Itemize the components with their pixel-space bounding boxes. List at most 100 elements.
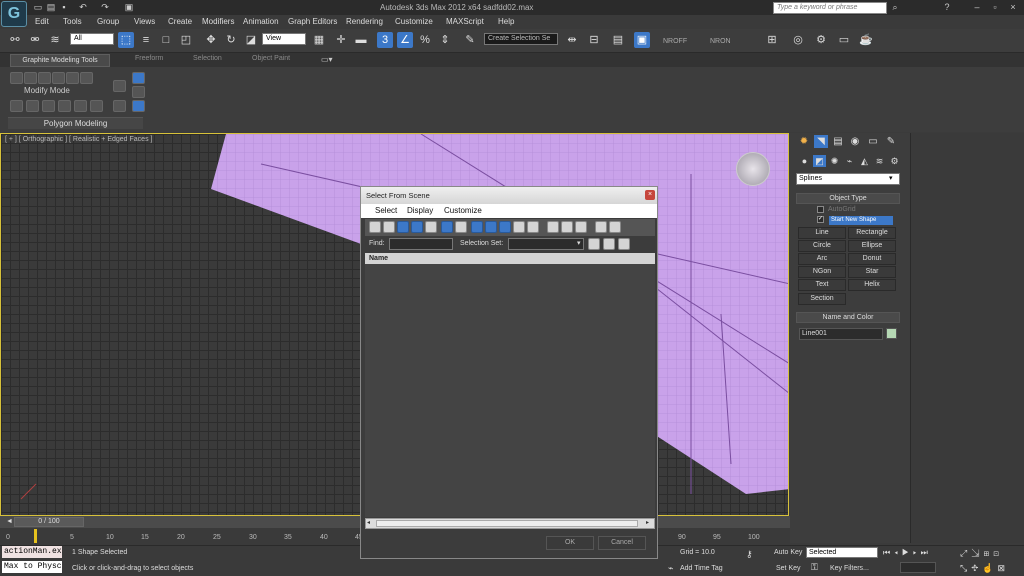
redo-icon[interactable]: ↷ bbox=[100, 2, 110, 12]
ngon-button[interactable]: NGon bbox=[798, 266, 846, 278]
percent-snap-icon[interactable]: % bbox=[417, 32, 433, 48]
select-none-icon[interactable] bbox=[603, 238, 615, 250]
menu-modifiers[interactable]: Modifiers bbox=[202, 17, 234, 26]
scroll-right-icon[interactable]: ▸ bbox=[646, 519, 649, 526]
app-menu-button[interactable]: G bbox=[1, 1, 27, 27]
start-new-shape-checkbox[interactable]: ✓ bbox=[817, 216, 824, 223]
scroll-left-icon[interactable]: ◂ bbox=[367, 519, 370, 526]
display-all-icon[interactable] bbox=[547, 221, 559, 233]
start-new-shape-button[interactable]: Start New Shape bbox=[829, 216, 893, 225]
display-frozen-icon[interactable] bbox=[513, 221, 525, 233]
viewport-label[interactable]: [ + ] [ Orthographic ] [ Realistic + Edg… bbox=[5, 136, 152, 143]
cancel-button[interactable]: Cancel bbox=[598, 536, 646, 550]
star-button[interactable]: Star bbox=[848, 266, 896, 278]
display-containers-icon[interactable] bbox=[499, 221, 511, 233]
mirror-icon[interactable]: ⇹ bbox=[564, 32, 580, 48]
key-mode-dropdown[interactable]: Selected bbox=[806, 547, 878, 558]
key-icon[interactable]: ⚷ bbox=[746, 549, 753, 560]
layer-manager-icon[interactable]: ▤ bbox=[610, 32, 626, 48]
material-editor-icon[interactable]: ◎ bbox=[790, 32, 806, 48]
menu-views[interactable]: Views bbox=[134, 17, 155, 26]
select-by-name-icon[interactable]: ≡ bbox=[138, 32, 154, 48]
current-frame-field[interactable] bbox=[900, 562, 936, 573]
ok-button[interactable]: OK bbox=[546, 536, 594, 550]
menu-graph-editors[interactable]: Graph Editors bbox=[288, 17, 337, 26]
window-crossing-icon[interactable]: ◰ bbox=[178, 32, 194, 48]
open-file-icon[interactable]: ▤ bbox=[46, 2, 56, 12]
menu-maxscript[interactable]: MAXScript bbox=[446, 17, 484, 26]
utilities-tab-icon[interactable]: ✎ bbox=[884, 135, 898, 148]
search-icon[interactable]: ⌕ bbox=[890, 2, 900, 12]
display-geometry-icon[interactable] bbox=[369, 221, 381, 233]
hierarchy-tab-icon[interactable]: ▤ bbox=[831, 135, 845, 148]
motion-tab-icon[interactable]: ◉ bbox=[848, 135, 862, 148]
render-production-icon[interactable]: ☕ bbox=[858, 32, 874, 48]
menu-tools[interactable]: Tools bbox=[63, 17, 82, 26]
ribbon-tool-button[interactable] bbox=[24, 72, 37, 84]
nroff-button[interactable]: NROFF bbox=[663, 38, 687, 45]
ribbon-tool-button[interactable] bbox=[10, 72, 23, 84]
arc-button[interactable]: Arc bbox=[798, 253, 846, 265]
ribbon-tool-button[interactable] bbox=[74, 100, 87, 112]
display-lights-icon[interactable] bbox=[397, 221, 409, 233]
search-input[interactable]: Type a keyword or phrase bbox=[773, 2, 887, 14]
menu-group[interactable]: Group bbox=[97, 17, 119, 26]
ribbon-tool-button[interactable] bbox=[90, 100, 103, 112]
close-icon[interactable]: × bbox=[645, 190, 655, 200]
angle-snap-icon[interactable]: ∠ bbox=[397, 32, 413, 48]
render-setup-icon[interactable]: ⚙ bbox=[813, 32, 829, 48]
ribbon-tool-button[interactable] bbox=[80, 72, 93, 84]
filter-options-icon[interactable] bbox=[609, 221, 621, 233]
maxscript-listener-line-1[interactable]: actionMan.ex bbox=[2, 546, 62, 558]
edit-named-selection-icon[interactable]: ✎ bbox=[462, 32, 478, 48]
display-helpers-icon[interactable] bbox=[425, 221, 437, 233]
object-color-swatch[interactable] bbox=[886, 328, 897, 339]
close-icon[interactable]: × bbox=[1008, 2, 1018, 12]
select-and-rotate-icon[interactable]: ↻ bbox=[223, 32, 239, 48]
display-bones-icon[interactable] bbox=[485, 221, 497, 233]
text-button[interactable]: Text bbox=[798, 279, 846, 291]
align-icon[interactable]: ⊟ bbox=[586, 32, 602, 48]
display-cameras-icon[interactable] bbox=[411, 221, 423, 233]
ribbon-tool-button[interactable] bbox=[113, 80, 126, 92]
dialog-menu-customize[interactable]: Customize bbox=[444, 206, 482, 215]
time-tag-icon[interactable]: ⌁ bbox=[668, 563, 673, 574]
key-filter-icon[interactable]: ⚿ bbox=[811, 562, 818, 573]
cameras-icon[interactable]: ⌁ bbox=[843, 155, 856, 167]
invert-display-icon[interactable] bbox=[575, 221, 587, 233]
schematic-view-icon[interactable]: ⊞ bbox=[764, 32, 780, 48]
menu-edit[interactable]: Edit bbox=[35, 17, 49, 26]
menu-customize[interactable]: Customize bbox=[395, 17, 433, 26]
save-file-icon[interactable]: ▪ bbox=[59, 2, 69, 12]
polygon-modeling-panel-label[interactable]: Polygon Modeling bbox=[8, 117, 143, 129]
object-list[interactable] bbox=[365, 264, 655, 517]
scrollbar-thumb[interactable] bbox=[376, 520, 638, 527]
menu-animation[interactable]: Animation bbox=[243, 17, 279, 26]
spinner-snap-icon[interactable]: ⇕ bbox=[437, 32, 453, 48]
menu-help[interactable]: Help bbox=[498, 17, 514, 26]
line-button[interactable]: Line bbox=[798, 227, 846, 239]
select-all-icon[interactable] bbox=[588, 238, 600, 250]
project-folder-icon[interactable]: ▣ bbox=[124, 2, 134, 12]
tab-selection[interactable]: Selection bbox=[193, 55, 222, 62]
helix-button[interactable]: Helix bbox=[848, 279, 896, 291]
rectangular-selection-icon[interactable]: □ bbox=[158, 32, 174, 48]
autogrid-checkbox[interactable] bbox=[817, 206, 824, 213]
display-none-icon[interactable] bbox=[561, 221, 573, 233]
tab-graphite-modeling-tools[interactable]: Graphite Modeling Tools bbox=[10, 54, 110, 67]
create-tab-icon[interactable]: ✹ bbox=[797, 135, 811, 148]
key-filters-button[interactable]: Key Filters... bbox=[830, 565, 869, 572]
viewport-navigation-icons[interactable]: ⤢⇲⊞⊡ bbox=[960, 548, 1003, 559]
column-header-name[interactable]: Name bbox=[365, 253, 655, 264]
ribbon-tool-button[interactable] bbox=[38, 72, 51, 84]
viewcube[interactable] bbox=[736, 152, 770, 186]
display-xrefs-icon[interactable] bbox=[471, 221, 483, 233]
ribbon-options-icon[interactable]: ▭▾ bbox=[321, 55, 333, 64]
viewport-navigation-icons-row2[interactable]: ⤡✥☝⊠ bbox=[960, 563, 1009, 574]
donut-button[interactable]: Donut bbox=[848, 253, 896, 265]
graphite-toggle-icon[interactable]: ▣ bbox=[634, 32, 650, 48]
unlink-icon[interactable]: ⚮ bbox=[27, 32, 43, 48]
ribbon-tool-button[interactable] bbox=[10, 100, 23, 112]
set-key-button[interactable]: Set Key bbox=[776, 565, 801, 572]
menu-create[interactable]: Create bbox=[168, 17, 192, 26]
